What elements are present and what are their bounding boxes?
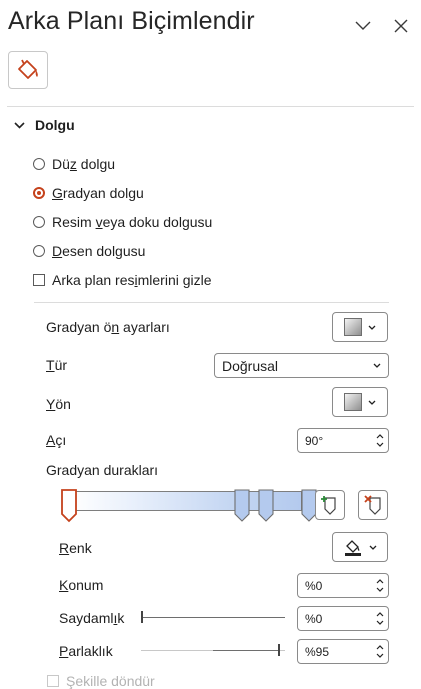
checkbox[interactable] xyxy=(33,274,45,286)
paint-bucket-icon xyxy=(18,59,38,79)
type-label: Tür xyxy=(46,357,68,373)
options-divider xyxy=(34,302,389,303)
add-stop-icon xyxy=(321,496,336,515)
pane-options-chevron-icon[interactable] xyxy=(351,14,375,38)
tab-divider xyxy=(7,106,414,107)
solid-fill-label: Düz dolgu xyxy=(52,156,116,172)
pane-title: Arka Planı Biçimlendir xyxy=(8,7,255,35)
radio-button-selected[interactable] xyxy=(33,187,45,199)
color-label: Renk xyxy=(59,540,92,556)
spin-arrows[interactable] xyxy=(376,607,384,630)
transparency-spinner[interactable]: %0 xyxy=(297,606,389,631)
gradient-stop[interactable] xyxy=(233,488,251,524)
position-spinner[interactable]: %0 xyxy=(297,573,389,598)
gradient-type-select[interactable]: Doğrusal xyxy=(214,353,389,378)
chevron-down-icon xyxy=(369,545,377,550)
gradient-stop-selected[interactable] xyxy=(60,488,78,524)
spin-arrows[interactable] xyxy=(376,429,384,452)
add-gradient-stop-button[interactable] xyxy=(315,490,345,520)
close-icon[interactable] xyxy=(389,14,413,38)
brightness-spinner[interactable]: %95 xyxy=(297,639,389,664)
angle-label: Açı xyxy=(46,432,67,448)
gradient-stop[interactable] xyxy=(257,488,275,524)
brightness-value: %95 xyxy=(305,644,330,659)
stop-color-button[interactable] xyxy=(332,532,388,562)
remove-stop-icon xyxy=(364,495,381,515)
gradient-fill-label: Gradyan dolgu xyxy=(52,185,144,201)
transparency-slider-track[interactable] xyxy=(141,617,285,618)
hide-background-label: Arka plan resimlerini gizle xyxy=(52,272,212,288)
gradient-stops-label: Gradyan durakları xyxy=(46,462,159,478)
gradient-presets-button[interactable] xyxy=(332,312,388,342)
position-value: %0 xyxy=(305,578,323,593)
hide-background-graphics-checkbox[interactable]: Arka plan resimlerini gizle xyxy=(33,272,212,288)
radio-button[interactable] xyxy=(33,245,45,257)
transparency-slider-thumb[interactable] xyxy=(141,611,143,623)
radio-button[interactable] xyxy=(33,158,45,170)
gradient-swatch-icon xyxy=(344,318,362,336)
remove-gradient-stop-button[interactable] xyxy=(358,490,388,520)
gradient-type-value: Doğrusal xyxy=(222,357,279,374)
radio-button[interactable] xyxy=(33,216,45,228)
transparency-value: %0 xyxy=(305,611,323,626)
chevron-up-icon[interactable] xyxy=(376,645,384,650)
checkbox-disabled[interactable] xyxy=(47,675,59,687)
brightness-slider-thumb[interactable] xyxy=(277,644,280,656)
chevron-up-icon[interactable] xyxy=(376,579,384,584)
chevron-down-icon[interactable] xyxy=(376,587,384,592)
fill-section-header[interactable]: Dolgu xyxy=(14,117,75,133)
pattern-fill-label: Desen dolgusu xyxy=(52,243,146,259)
pattern-fill-radio[interactable]: Desen dolgusu xyxy=(33,243,145,259)
chevron-up-icon[interactable] xyxy=(376,612,384,617)
chevron-down-icon xyxy=(368,325,376,330)
gradient-fill-radio[interactable]: Gradyan dolgu xyxy=(33,185,144,201)
chevron-down-icon[interactable] xyxy=(376,653,384,658)
picture-fill-label: Resim veya doku dolgusu xyxy=(52,214,213,230)
transparency-label: Saydamlık xyxy=(59,610,125,626)
solid-fill-radio[interactable]: Düz dolgu xyxy=(33,156,115,172)
brightness-label: Parlaklık xyxy=(59,643,113,659)
direction-label: Yön xyxy=(46,396,71,412)
gradient-presets-label: Gradyan ön ayarları xyxy=(46,319,170,335)
gradient-direction-button[interactable] xyxy=(332,387,388,417)
gradient-swatch-icon xyxy=(344,393,362,411)
spin-arrows[interactable] xyxy=(376,640,384,663)
chevron-down-icon xyxy=(368,400,376,405)
angle-value: 90° xyxy=(305,433,324,448)
position-label: Konum xyxy=(59,577,104,593)
chevron-down-icon xyxy=(373,363,381,368)
brightness-slider-fill xyxy=(213,650,278,651)
angle-spinner[interactable]: 90° xyxy=(297,428,389,453)
spin-arrows[interactable] xyxy=(376,574,384,597)
chevron-down-icon[interactable] xyxy=(376,442,384,447)
fill-color-icon xyxy=(345,540,361,556)
chevron-up-icon[interactable] xyxy=(376,434,384,439)
fill-line-tab[interactable] xyxy=(8,51,48,89)
picture-fill-radio[interactable]: Resim veya doku dolgusu xyxy=(33,214,212,230)
chevron-down-icon xyxy=(14,121,25,129)
section-title: Dolgu xyxy=(35,117,75,133)
chevron-down-icon[interactable] xyxy=(376,620,384,625)
